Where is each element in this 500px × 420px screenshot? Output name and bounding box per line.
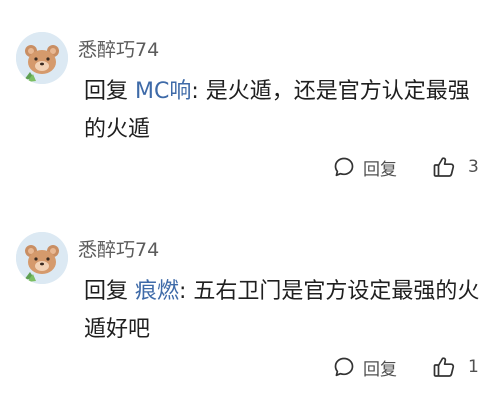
comment-item: 悉醉巧74 回复 痕燃: 五右卫门是官方设定最强的火遁好吧 回复 1 xyxy=(0,200,500,400)
username[interactable]: 悉醉巧74 xyxy=(78,235,159,262)
reply-separator: : xyxy=(191,79,206,104)
reply-target-username[interactable]: MC响 xyxy=(135,79,191,104)
thumbs-up-icon xyxy=(433,357,455,377)
like-count: 3 xyxy=(468,157,479,177)
avatar[interactable] xyxy=(16,32,68,84)
username[interactable]: 悉醉巧74 xyxy=(78,35,159,62)
reply-prefix: 回复 xyxy=(84,279,135,304)
reply-button[interactable]: 回复 xyxy=(333,353,397,381)
reply-target-username[interactable]: 痕燃 xyxy=(135,279,179,304)
comment-actions: 回复 1 xyxy=(0,353,500,381)
reply-prefix: 回复 xyxy=(84,79,135,104)
reply-separator: : xyxy=(179,279,194,304)
comment-item: 悉醉巧74 回复 MC响: 是火遁，还是官方认定最强的火遁 回复 3 xyxy=(0,0,500,200)
comment-actions: 回复 3 xyxy=(0,153,500,181)
reply-label: 回复 xyxy=(363,359,397,380)
bear-avatar-icon xyxy=(16,232,68,284)
reply-label: 回复 xyxy=(363,159,397,180)
like-button[interactable]: 1 xyxy=(432,353,479,381)
bear-avatar-icon xyxy=(16,32,68,84)
reply-button[interactable]: 回复 xyxy=(333,153,397,181)
comment-text: 回复 痕燃: 五右卫门是官方设定最强的火遁好吧 xyxy=(84,273,484,349)
like-button[interactable]: 3 xyxy=(432,153,479,181)
like-count: 1 xyxy=(468,357,479,377)
speech-bubble-icon xyxy=(334,157,354,177)
avatar[interactable] xyxy=(16,232,68,284)
thumbs-up-icon xyxy=(433,157,455,177)
speech-bubble-icon xyxy=(334,357,354,377)
comment-text: 回复 MC响: 是火遁，还是官方认定最强的火遁 xyxy=(84,73,484,149)
